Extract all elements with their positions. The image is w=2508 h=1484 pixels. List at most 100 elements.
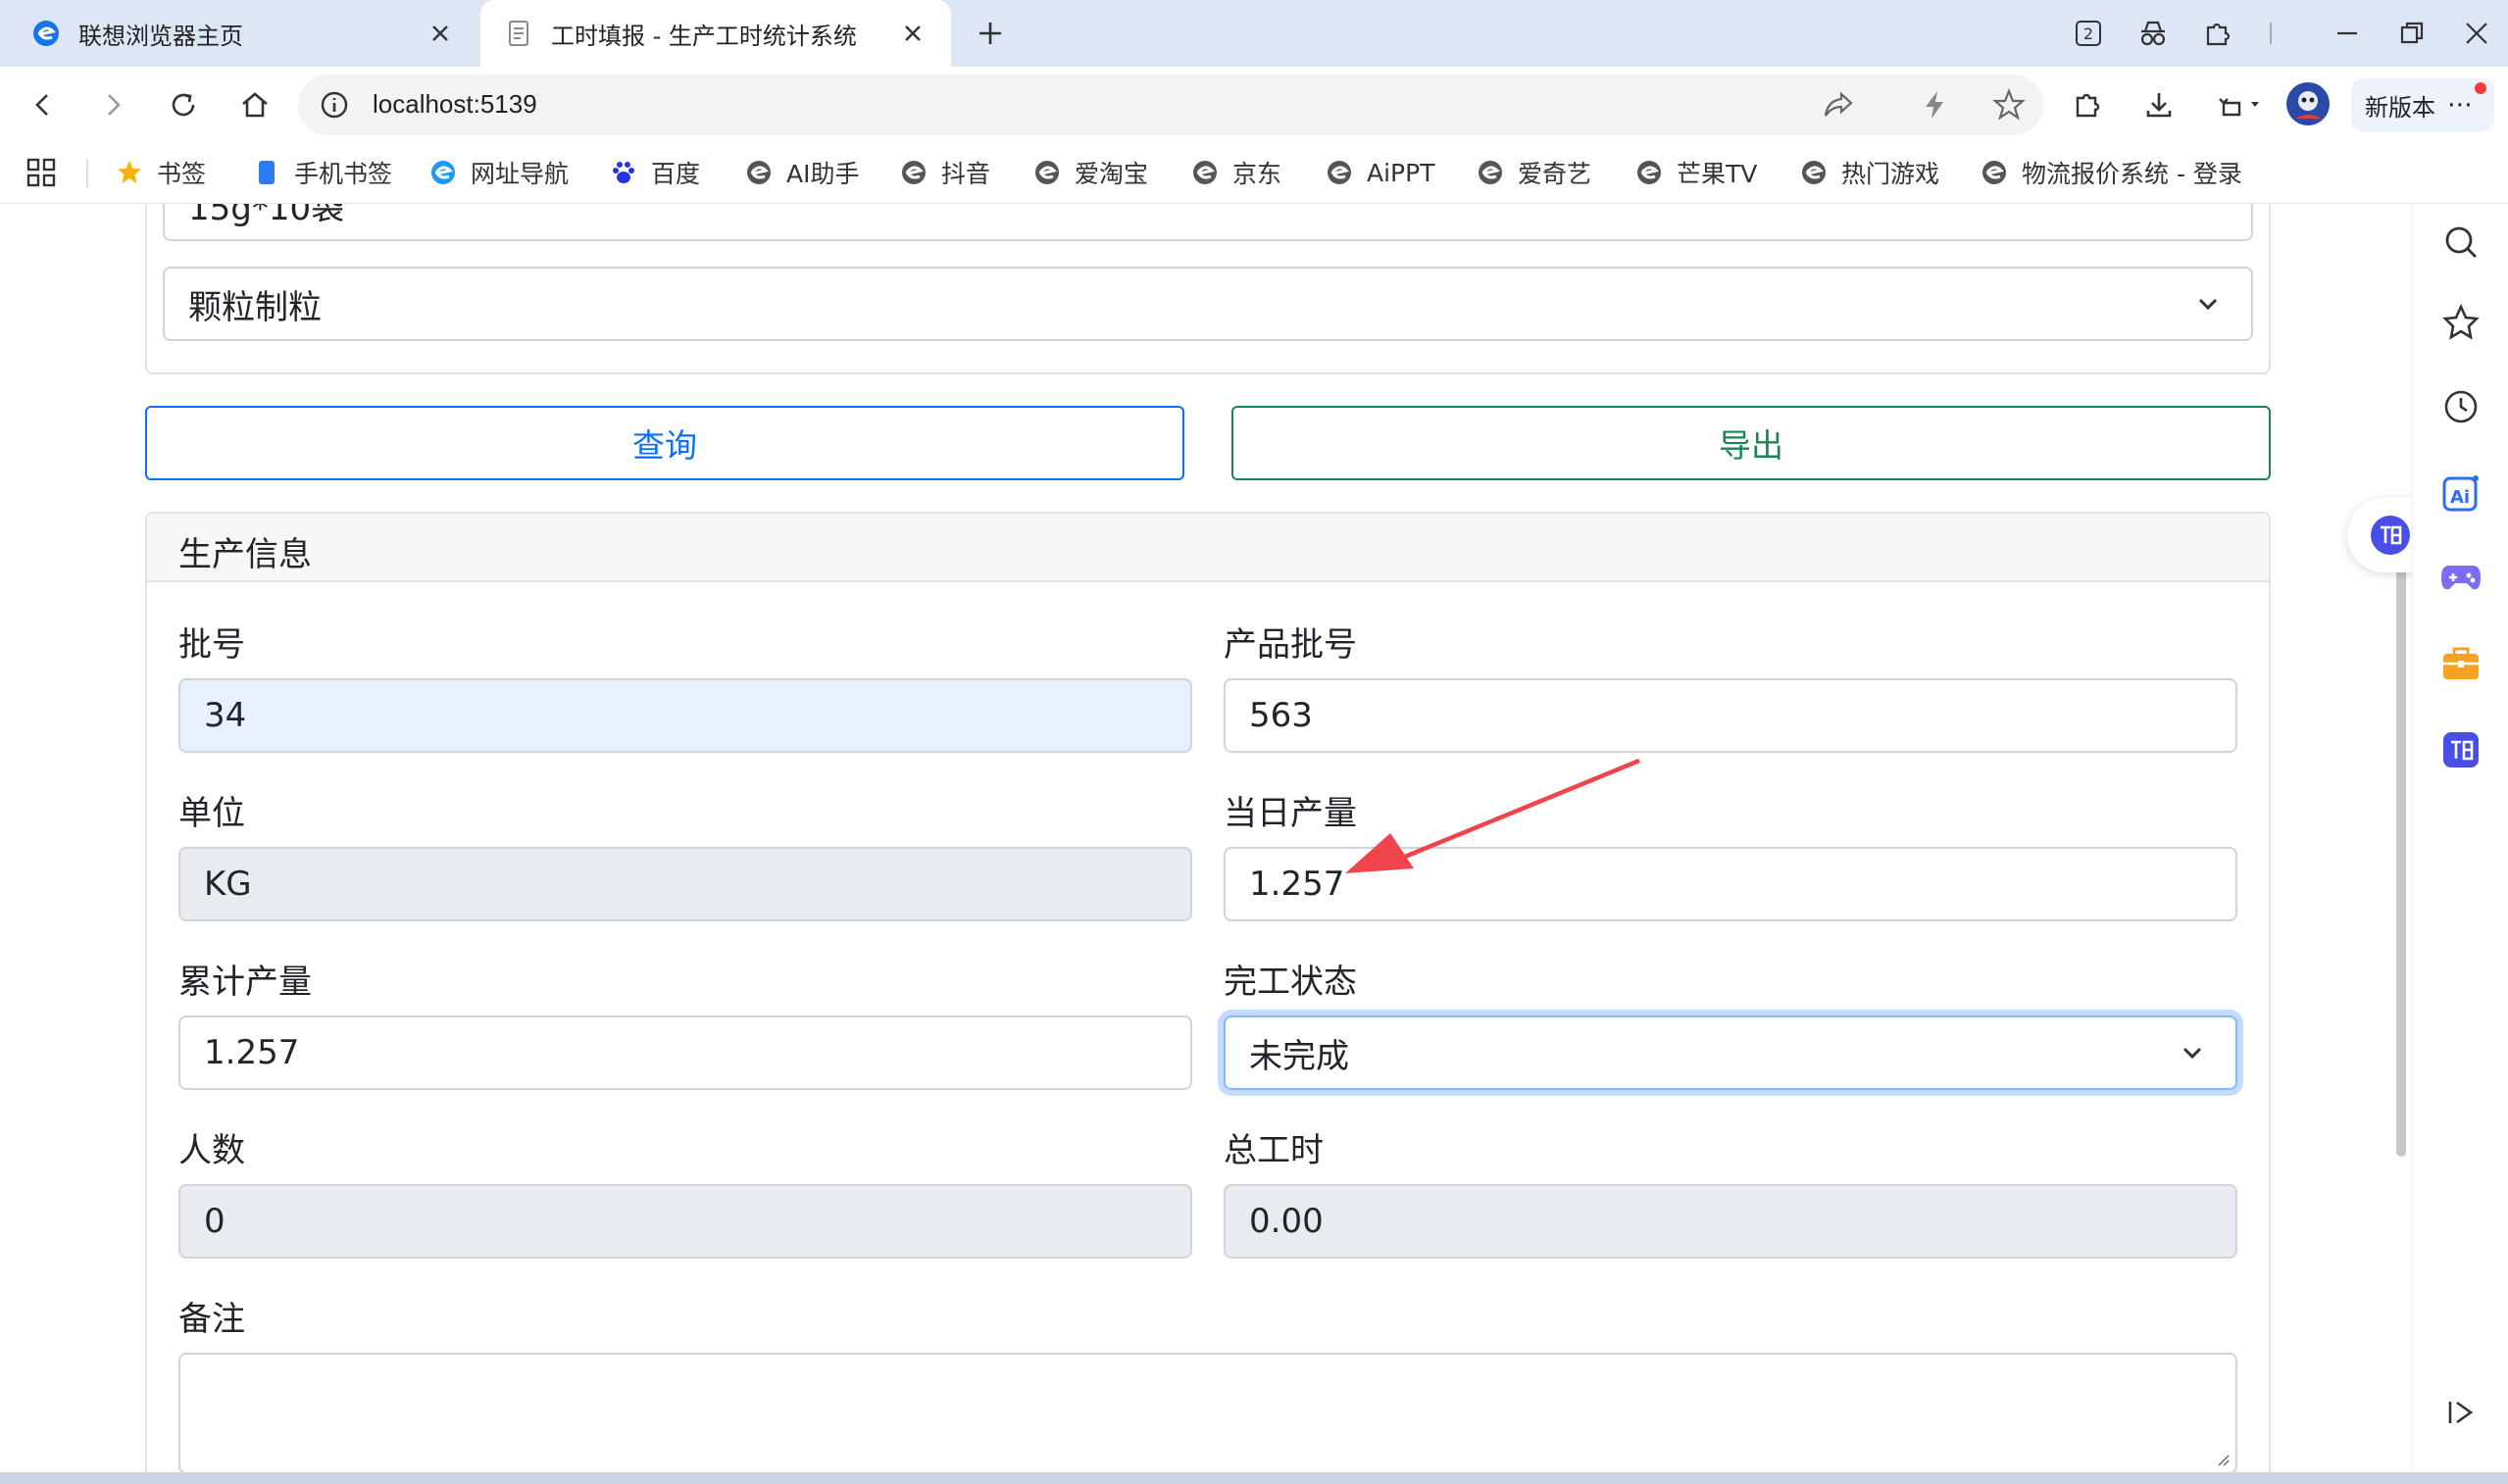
url-text[interactable]: localhost:5139: [373, 89, 537, 120]
avatar[interactable]: [2284, 80, 2332, 127]
apps-grid-button[interactable]: [25, 153, 57, 192]
side-translate-button[interactable]: [2436, 725, 2485, 774]
browser-e-icon: [431, 161, 455, 184]
back-button[interactable]: [22, 83, 65, 126]
tab-label: 联想浏览器主页: [78, 22, 243, 50]
bookmark-item[interactable]: 书签: [116, 153, 206, 192]
history-nav-button[interactable]: [2208, 83, 2271, 126]
people-count-input: 0: [178, 1184, 1192, 1259]
bookmark-item[interactable]: 百度: [610, 153, 700, 192]
bookmark-item[interactable]: 芒果TV: [1635, 153, 1757, 192]
side-search-button[interactable]: [2436, 218, 2485, 267]
card-title: 生产信息: [178, 535, 312, 574]
new-tab-button[interactable]: [971, 14, 1010, 53]
more-icon[interactable]: ⋯: [2447, 90, 2474, 120]
collapse-side-panel-button[interactable]: [2436, 1388, 2485, 1437]
bookmarks-bar: 书签 手机书签 网址导航 百度 AI助手 抖音 爱淘宝 京东 AiPPT 爱奇艺…: [0, 143, 2508, 204]
batch-input[interactable]: 34: [178, 678, 1192, 753]
maximize-button[interactable]: [2390, 12, 2433, 55]
bookmark-label: 手机书签: [294, 160, 393, 188]
page-scrollbar[interactable]: [2396, 529, 2406, 1157]
star-icon: [118, 161, 141, 183]
bookmark-item[interactable]: 热门游戏: [1800, 153, 1939, 192]
people-count-label: 人数: [178, 1131, 245, 1170]
bookmark-item[interactable]: 京东: [1191, 153, 1281, 192]
bookmarks-divider: [86, 159, 88, 188]
side-game-button[interactable]: [2436, 553, 2485, 602]
bookmark-item[interactable]: 网址导航: [429, 153, 569, 192]
bookmark-label: 百度: [651, 160, 701, 188]
cumulative-output-input[interactable]: 1.257: [178, 1015, 1192, 1090]
globe-e-icon: [1982, 161, 2006, 184]
export-button[interactable]: 导出: [1231, 406, 2271, 480]
close-window-button[interactable]: [2455, 12, 2498, 55]
people-count-value: 0: [204, 1202, 226, 1241]
bookmark-item[interactable]: AI助手: [745, 153, 859, 192]
globe-e-icon: [902, 161, 926, 184]
unit-label: 单位: [178, 794, 245, 833]
share-icon[interactable]: [1822, 89, 1855, 121]
address-bar[interactable]: localhost:5139: [298, 74, 2043, 135]
toolbar-divider: [2265, 12, 2277, 55]
bookmark-item[interactable]: AiPPT: [1326, 153, 1434, 192]
close-tab-icon[interactable]: [424, 17, 457, 50]
close-tab-icon[interactable]: [896, 17, 929, 50]
unit-value: KG: [204, 865, 252, 904]
tab-counter-button[interactable]: 2: [2067, 12, 2110, 55]
side-favorites-button[interactable]: [2436, 298, 2485, 347]
tab-lenovo-home[interactable]: 联想浏览器主页: [0, 0, 478, 67]
bookmark-item[interactable]: 手机书签: [253, 153, 392, 192]
total-hours-label: 总工时: [1224, 1131, 1324, 1170]
bookmark-item[interactable]: 物流报价系统 - 登录: [1981, 153, 2242, 192]
remark-textarea[interactable]: [178, 1353, 2237, 1472]
new-version-button[interactable]: 新版本 ⋯: [2351, 78, 2494, 131]
product-batch-value: 563: [1249, 696, 1313, 735]
bookmark-item[interactable]: 爱奇艺: [1477, 153, 1591, 192]
spec-input[interactable]: 15g*10袋: [163, 204, 2253, 241]
forward-button[interactable]: [91, 83, 134, 126]
globe-e-icon: [1637, 161, 1661, 184]
bookmark-label: AI助手: [786, 160, 860, 188]
product-batch-input[interactable]: 563: [1224, 678, 2237, 753]
info-icon[interactable]: [320, 90, 349, 120]
tab-work-hours[interactable]: 工时填报 - 生产工时统计系统: [480, 0, 951, 67]
reload-button[interactable]: [162, 83, 205, 126]
window-bottom-edge: [0, 1472, 2508, 1484]
side-toolbox-button[interactable]: [2436, 639, 2485, 688]
globe-e-icon: [1035, 161, 1059, 184]
remark-label: 备注: [178, 1300, 245, 1339]
gamepad-icon: [2441, 566, 2481, 590]
process-select-value: 颗粒制粒: [188, 287, 322, 327]
download-button[interactable]: [2137, 83, 2181, 126]
star-icon: [2442, 304, 2480, 340]
incognito-button[interactable]: [2132, 12, 2175, 55]
bookmark-label: 热门游戏: [1841, 160, 1940, 188]
lightning-icon[interactable]: [1922, 89, 1947, 121]
resize-handle-icon[interactable]: [2214, 1451, 2230, 1466]
ai-icon: Ai: [2442, 475, 2479, 512]
favorite-star-icon[interactable]: [1992, 88, 2026, 122]
product-batch-label: 产品批号: [1224, 625, 1357, 665]
bookmark-label: 京东: [1232, 160, 1282, 188]
extensions-button[interactable]: [2196, 12, 2239, 55]
home-button[interactable]: [233, 83, 276, 126]
lenovo-browser-icon: [33, 21, 59, 46]
cumulative-output-value: 1.257: [204, 1033, 300, 1072]
process-select[interactable]: 颗粒制粒: [163, 267, 2253, 341]
completion-status-select[interactable]: 未完成: [1224, 1015, 2237, 1090]
query-button[interactable]: 查询: [145, 406, 1184, 480]
bookmark-item[interactable]: 抖音: [900, 153, 990, 192]
minimize-button[interactable]: [2326, 12, 2369, 55]
side-ai-button[interactable]: Ai: [2436, 469, 2485, 518]
extensions-toolbar-button[interactable]: [2067, 83, 2110, 126]
bookmark-label: AiPPT: [1367, 158, 1435, 187]
side-history-button[interactable]: [2436, 382, 2485, 431]
notification-dot: [2475, 82, 2486, 94]
phone-icon: [259, 161, 275, 184]
production-info-card: 生产信息: [145, 512, 2271, 1472]
cumulative-output-label: 累计产量: [178, 963, 312, 1002]
close-icon: [2466, 23, 2487, 44]
clock-icon: [2444, 390, 2478, 423]
bookmark-item[interactable]: 爱淘宝: [1033, 153, 1148, 192]
download-icon: [2146, 93, 2172, 118]
